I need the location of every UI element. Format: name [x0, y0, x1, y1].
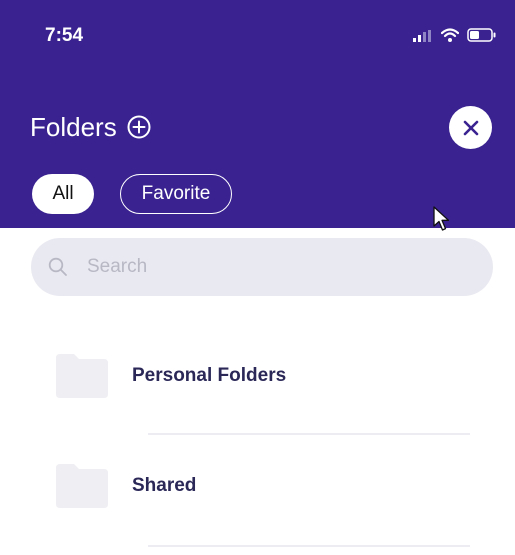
search-icon: [47, 256, 69, 278]
status-icons: [413, 28, 497, 47]
folder-icon: [56, 464, 108, 508]
status-time: 7:54: [45, 25, 84, 46]
folder-label: Shared: [132, 475, 197, 496]
mouse-pointer-icon: [433, 206, 451, 237]
close-button[interactable]: [449, 106, 492, 149]
header: 7:54 Folders All Favorite: [0, 0, 515, 228]
signal-icon: [413, 29, 433, 47]
folder-icon: [56, 354, 108, 398]
title-row: Folders: [30, 112, 151, 142]
folder-label: Personal Folders: [132, 365, 287, 386]
wifi-icon: [440, 28, 460, 47]
battery-icon: [467, 28, 497, 47]
plus-circle-icon: [127, 115, 151, 139]
folder-item-shared[interactable]: Shared: [56, 464, 476, 508]
divider: [148, 433, 470, 435]
filter-tabs: All Favorite: [32, 174, 232, 214]
add-folder-button[interactable]: [127, 115, 151, 139]
search-input[interactable]: [85, 255, 449, 279]
folders-screen: 7:54 Folders All Favorite Search Persona…: [0, 0, 515, 555]
tab-all[interactable]: All: [32, 174, 94, 214]
tab-favorite[interactable]: Favorite: [120, 174, 232, 214]
page-title: Folders: [30, 112, 117, 142]
folder-item-personal[interactable]: Personal Folders: [56, 354, 476, 398]
search-bar[interactable]: [31, 238, 493, 296]
close-icon: [463, 120, 478, 135]
divider: [148, 545, 470, 547]
